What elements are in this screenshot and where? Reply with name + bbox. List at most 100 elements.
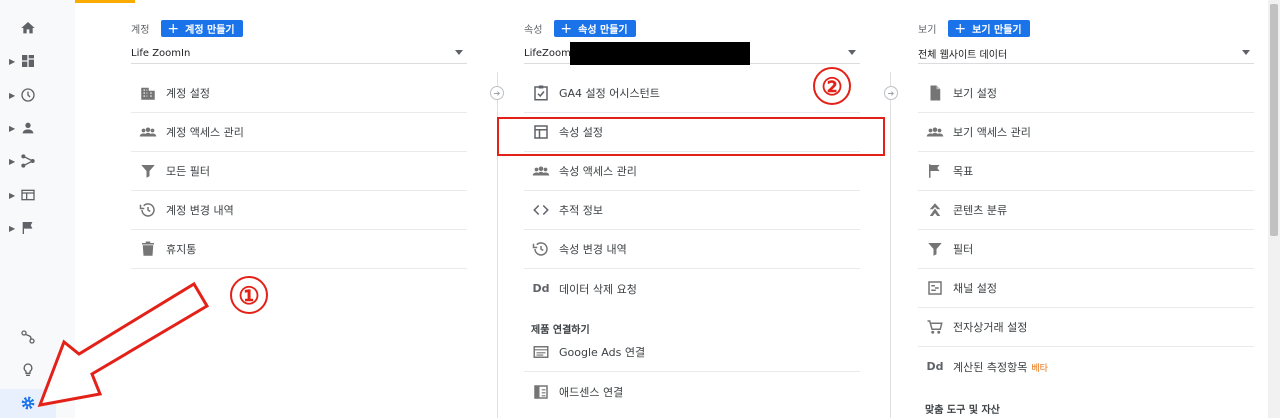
- window-icon: [21, 189, 35, 201]
- account-select[interactable]: Life ZoomIn: [131, 44, 467, 64]
- annotation-marker-1: ①: [230, 276, 268, 314]
- data-deletion-label: 데이터 삭제 요청: [559, 282, 637, 296]
- view-access-item[interactable]: 보기 액세스 관리: [918, 113, 1254, 152]
- ga4-setup-item[interactable]: GA4 설정 어시스턴트: [524, 74, 860, 113]
- view-select[interactable]: 전체 웹사이트 데이터: [918, 44, 1254, 64]
- property-select[interactable]: LifeZoomIn: [524, 42, 860, 65]
- property-label: 속성: [524, 25, 543, 36]
- channel-icon: [928, 281, 942, 295]
- account-access-label: 계정 액세스 관리: [166, 126, 244, 139]
- nav-behavior[interactable]: ▶: [0, 181, 75, 209]
- ads-icon: [533, 346, 549, 358]
- property-access-label: 속성 액세스 관리: [559, 165, 637, 178]
- tools-title: 맞춤 도구 및 자산: [925, 405, 1000, 416]
- view-settings-item[interactable]: 보기 설정: [918, 74, 1254, 113]
- create-account-label: 계정 만들기: [185, 25, 235, 36]
- account-history-label: 계정 변경 내역: [166, 204, 234, 217]
- dd-icon: Dd: [926, 360, 944, 373]
- ecommerce-settings-label: 전자상거래 설정: [953, 321, 1028, 334]
- adsense-link-item[interactable]: 애드센스 연결: [524, 372, 860, 411]
- ga4-setup-label: GA4 설정 어시스턴트: [559, 87, 660, 100]
- create-account-button[interactable]: + 계정 만들기: [161, 20, 243, 37]
- view-label: 보기: [918, 25, 937, 36]
- view-header: 보기 + 보기 만들기: [918, 20, 1030, 37]
- nav-acquisition[interactable]: ▶: [0, 147, 75, 175]
- property-header: 속성 + 속성 만들기: [524, 20, 636, 37]
- arrow-right-circle-icon: ➔: [884, 86, 898, 100]
- filters-item[interactable]: 필터: [918, 230, 1254, 269]
- path-icon: [21, 330, 35, 344]
- property-history-item[interactable]: 속성 변경 내역: [524, 230, 860, 269]
- content-grouping-label: 콘텐츠 분류: [953, 204, 1008, 217]
- adsense-icon: [534, 384, 548, 399]
- channel-settings-label: 채널 설정: [953, 282, 997, 295]
- view-access-label: 보기 액세스 관리: [953, 126, 1031, 139]
- expand-arrow-icon: ▶: [9, 90, 16, 100]
- data-deletion-item[interactable]: Dd 데이터 삭제 요청: [524, 269, 860, 308]
- expand-arrow-icon: ▶: [9, 56, 16, 66]
- acquisition-icon: [21, 154, 35, 168]
- account-settings-label: 계정 설정: [166, 87, 210, 100]
- account-access-item[interactable]: 계정 액세스 관리: [131, 113, 467, 152]
- nav-customization[interactable]: ▶: [0, 47, 75, 75]
- trash-label: 휴지통: [166, 243, 197, 256]
- history-icon: [139, 203, 155, 217]
- account-header: 계정 + 계정 만들기: [131, 20, 243, 37]
- nav-realtime[interactable]: ▶: [0, 81, 75, 109]
- filters-label: 필터: [953, 243, 974, 256]
- channel-settings-item[interactable]: 채널 설정: [918, 269, 1254, 308]
- calculated-metrics-item[interactable]: Dd 계산된 측정항목 베타: [918, 347, 1254, 386]
- google-ads-link-label: Google Ads 연결: [559, 346, 646, 359]
- analytics-admin-page: ▶ ▶ ▶ ▶ ▶ ▶ 계정 + 계정 만들기 Life ZoomIn 계정 설…: [0, 0, 1280, 418]
- goals-item[interactable]: 목표: [918, 152, 1254, 191]
- nav-discover[interactable]: [0, 356, 75, 384]
- highlight-box-property-settings: [497, 117, 885, 156]
- google-ads-link-item[interactable]: Google Ads 연결: [524, 333, 860, 372]
- dd-icon: Dd: [532, 282, 550, 295]
- left-nav: ▶ ▶ ▶ ▶ ▶ ▶: [0, 0, 75, 418]
- plus-icon: +: [167, 20, 180, 37]
- create-view-button[interactable]: + 보기 만들기: [948, 20, 1030, 37]
- caret-down-icon: [848, 50, 856, 55]
- account-settings-item[interactable]: 계정 설정: [131, 74, 467, 113]
- flag-icon: [22, 222, 33, 234]
- history-icon: [532, 242, 548, 256]
- all-filters-item[interactable]: 모든 필터: [131, 152, 467, 191]
- nav-audience[interactable]: ▶: [0, 114, 75, 142]
- nav-admin[interactable]: [0, 389, 56, 418]
- lightbulb-icon: [23, 363, 33, 376]
- caret-down-icon: [455, 50, 463, 55]
- nav-conversions[interactable]: ▶: [0, 214, 75, 242]
- expand-arrow-icon: ▶: [9, 156, 16, 166]
- filter-icon: [141, 165, 155, 178]
- nav-home[interactable]: [0, 14, 75, 42]
- beta-badge: 베타: [1031, 363, 1048, 374]
- all-filters-label: 모든 필터: [166, 165, 210, 178]
- people-icon: [926, 127, 944, 137]
- redaction-bar: [570, 42, 750, 65]
- annotation-marker-2: ②: [813, 67, 851, 105]
- people-icon: [139, 127, 157, 137]
- nav-attribution[interactable]: [0, 323, 75, 351]
- person-icon: [22, 122, 34, 134]
- column-divider-2: [890, 72, 891, 418]
- scrollbar-thumb[interactable]: [1270, 4, 1278, 236]
- gear-icon: [21, 396, 35, 410]
- account-history-item[interactable]: 계정 변경 내역: [131, 191, 467, 230]
- content-grouping-item[interactable]: 콘텐츠 분류: [918, 191, 1254, 230]
- expand-arrow-icon: ▶: [9, 123, 16, 133]
- view-selected: 전체 웹사이트 데이터: [918, 50, 1008, 61]
- create-property-button[interactable]: + 속성 만들기: [554, 20, 636, 37]
- create-view-label: 보기 만들기: [972, 25, 1022, 36]
- tracking-info-item[interactable]: 추적 정보: [524, 191, 860, 230]
- cart-icon: [927, 320, 943, 334]
- expand-arrow-icon: ▶: [9, 190, 16, 200]
- filter-icon: [928, 243, 942, 256]
- vertical-scrollbar[interactable]: [1268, 0, 1280, 418]
- plus-icon: +: [954, 20, 967, 37]
- ecommerce-settings-item[interactable]: 전자상거래 설정: [918, 308, 1254, 347]
- plus-icon: +: [560, 20, 573, 37]
- property-access-item[interactable]: 속성 액세스 관리: [524, 152, 860, 191]
- trash-item[interactable]: 휴지통: [131, 230, 467, 269]
- dashboard-icon: [22, 55, 34, 67]
